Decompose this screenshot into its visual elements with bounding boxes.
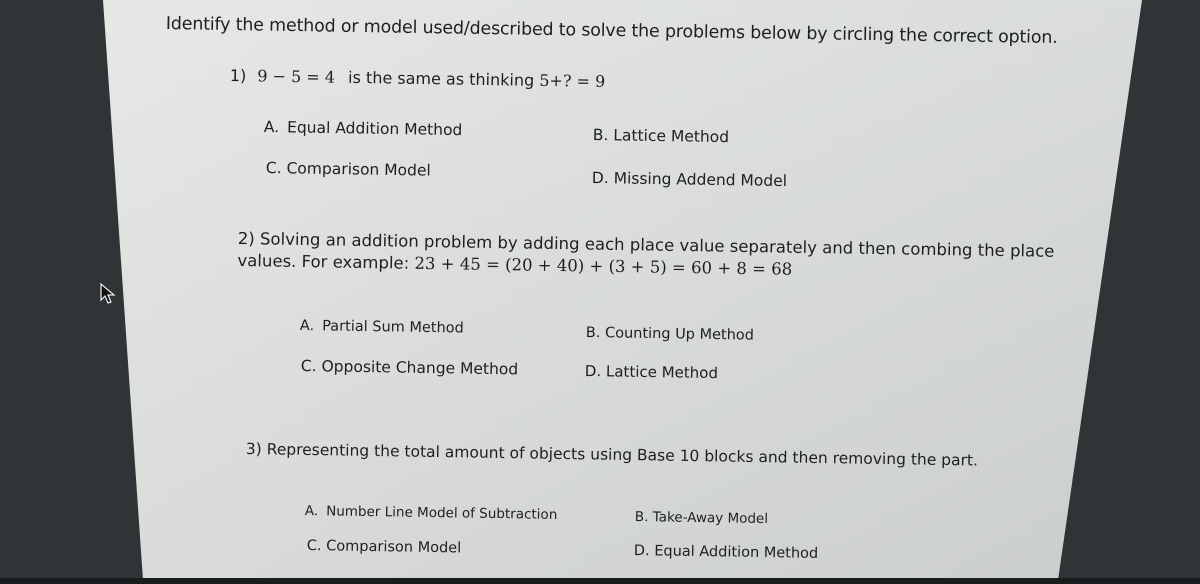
equation-2: 5+? = 9 bbox=[539, 70, 606, 91]
example-equation: 23 + 45 = (20 + 40) + (3 + 5) = 60 + 8 =… bbox=[414, 253, 793, 279]
option-2b[interactable]: B. Counting Up Method bbox=[586, 325, 754, 344]
option-1d[interactable]: D. Missing Addend Model bbox=[592, 169, 787, 190]
option-1a[interactable]: A. Equal Addition Method bbox=[264, 118, 463, 139]
option-1c[interactable]: C. Comparison Model bbox=[266, 159, 431, 180]
option-3c[interactable]: C. Comparison Model bbox=[307, 538, 462, 556]
option-2c[interactable]: C. Opposite Change Method bbox=[301, 357, 519, 378]
question-text: is the same as thinking bbox=[347, 67, 535, 90]
option-1b[interactable]: B. Lattice Method bbox=[593, 126, 729, 146]
equation: 9 − 5 = 4 bbox=[257, 66, 336, 87]
mouse-pointer-icon bbox=[100, 283, 116, 304]
question-number: 1) bbox=[229, 66, 247, 86]
option-2d[interactable]: D. Lattice Method bbox=[585, 362, 718, 382]
option-3b[interactable]: B. Take-Away Model bbox=[635, 509, 768, 527]
option-2a[interactable]: A. Partial Sum Method bbox=[300, 318, 464, 337]
option-3d[interactable]: D. Equal Addition Method bbox=[634, 543, 819, 562]
monitor-bezel bbox=[0, 578, 1200, 584]
